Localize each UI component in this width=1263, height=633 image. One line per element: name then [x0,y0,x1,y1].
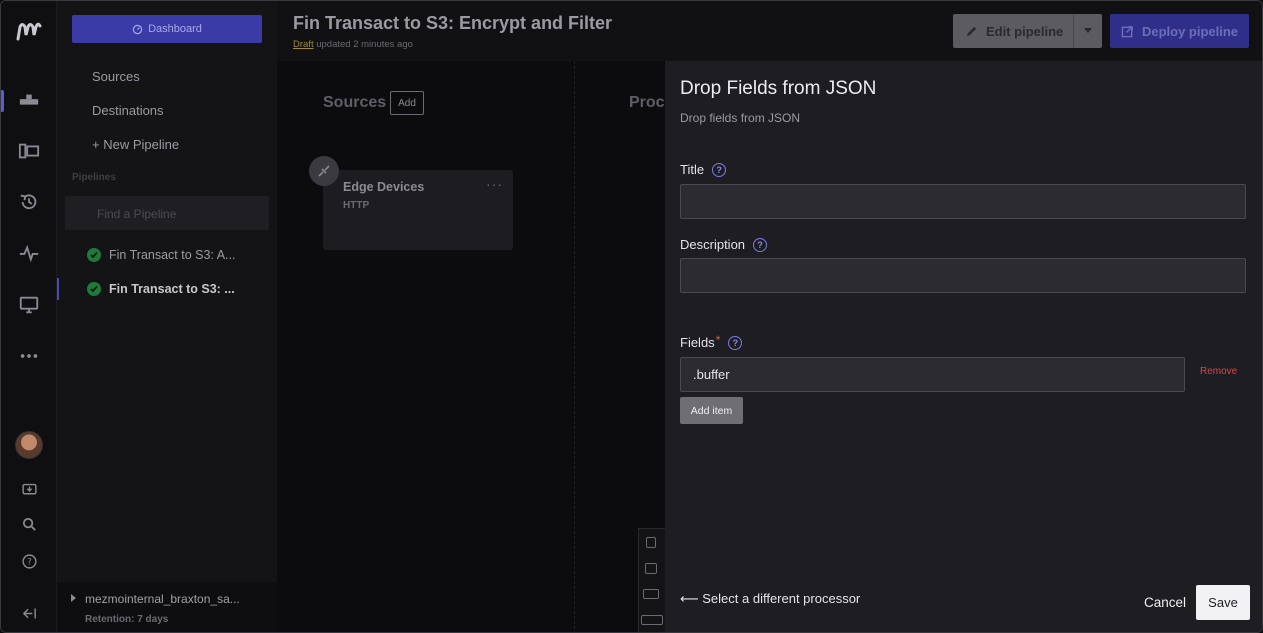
more-icon[interactable] [17,344,41,368]
remove-field-button[interactable]: Remove [1200,366,1237,377]
caret-right-icon [71,594,76,602]
edit-pipeline-button[interactable]: Edit pipeline [953,14,1102,48]
pipelines-icon[interactable] [17,89,41,113]
node-title: Edge Devices [343,180,425,194]
title-input[interactable] [680,184,1246,219]
new-pipeline-link[interactable]: + New Pipeline [92,137,179,152]
sources-column-title: Sources [323,94,387,111]
external-link-icon [1121,25,1133,37]
nav-sources[interactable]: Sources [92,69,140,84]
pipeline-search-input[interactable]: Find a Pipeline [65,196,269,230]
draft-status: Draft updated 2 minutes ago [293,39,413,50]
source-node[interactable]: Edge Devices HTTP ··· [323,170,513,250]
drawer-title: Drop Fields from JSON [680,78,877,99]
field-item-input[interactable] [680,357,1185,392]
drawer-description: Drop fields from JSON [680,111,801,125]
search-icon[interactable] [17,512,41,536]
add-item-button[interactable]: Add item [680,397,743,424]
column-divider [574,61,575,632]
monitor-icon[interactable] [17,293,41,317]
node-more-icon[interactable]: ··· [486,176,503,192]
nav-destinations[interactable]: Destinations [92,103,164,118]
processor-drawer: Drop Fields from JSON Drop fields from J… [665,61,1262,632]
activity-icon[interactable] [17,241,41,265]
save-button[interactable]: Save [1196,585,1250,620]
plug-icon [309,156,339,186]
pipeline-item-active[interactable]: Fin Transact to S3: ... [87,282,235,296]
dashboard-button[interactable]: Dashboard [72,15,262,43]
draft-link[interactable]: Draft [293,39,314,50]
cancel-button[interactable]: Cancel [1144,595,1186,610]
app-window: ? Dashboard Sources Destinations + New P… [0,0,1263,633]
success-check-icon [87,248,101,262]
help-circle-icon[interactable]: ? [712,162,727,177]
zoom-large-icon[interactable] [643,589,659,599]
title-field-label: Title ? [680,162,727,177]
help-circle-icon[interactable]: ? [753,237,768,252]
deploy-pipeline-button[interactable]: Deploy pipeline [1110,14,1249,48]
description-input[interactable] [680,258,1246,293]
active-indicator [1,90,4,112]
page-title: Fin Transact to S3: Encrypt and Filter [293,13,613,33]
svg-text:?: ? [27,557,32,567]
org-switcher[interactable]: mezmointernal_braxton_sa... Retention: 7… [57,582,277,632]
gauge-icon [132,24,143,34]
pipeline-item[interactable]: Fin Transact to S3: A... [87,248,235,262]
add-source-button[interactable]: Add [390,91,424,115]
avatar[interactable] [15,431,43,459]
zoom-fit-icon[interactable] [641,615,663,625]
library-icon[interactable] [17,139,41,163]
help-icon[interactable]: ? [17,549,41,573]
success-check-icon [87,282,101,296]
pipeline-item-label: Fin Transact to S3: A... [109,248,236,262]
processors-column-title: Proc [629,94,665,111]
node-subtitle: HTTP [343,200,370,211]
retention-label: Retention: 7 days [85,614,169,625]
history-icon[interactable] [17,190,41,214]
help-circle-icon[interactable]: ? [728,335,743,350]
zoom-small-icon[interactable] [646,537,656,548]
deploy-pipeline-label: Deploy pipeline [1141,23,1239,39]
secondary-nav: Dashboard Sources Destinations + New Pip… [57,1,277,632]
select-different-processor-link[interactable]: ⟵ Select a different processor [680,591,860,607]
pipeline-item-label: Fin Transact to S3: ... [109,282,235,296]
dashboard-label: Dashboard [148,23,202,35]
edit-pipeline-label: Edit pipeline [986,24,1064,39]
fields-label-text: Fields [680,335,715,350]
description-field-label: Description ? [680,237,768,252]
pipelines-heading: Pipelines [72,172,116,183]
active-pipeline-marker [57,278,59,300]
import-icon[interactable] [17,477,41,501]
fields-field-label: Fields * ? [680,332,743,350]
zoom-controls [638,528,665,632]
zoom-medium-icon[interactable] [645,563,657,574]
updated-text: updated 2 minutes ago [313,39,413,50]
pencil-icon [966,26,977,37]
required-marker: * [715,332,721,347]
org-name: mezmointernal_braxton_sa... [85,592,240,606]
description-label-text: Description [680,237,746,252]
title-label-text: Title [680,162,705,177]
mezmo-logo-icon[interactable] [14,15,44,45]
collapse-icon[interactable] [17,601,41,625]
pipeline-canvas: Sources Add Proc Edge Devices HTTP ··· [277,61,665,632]
icon-rail: ? [1,1,57,632]
edit-dropdown-toggle[interactable] [1073,14,1102,48]
